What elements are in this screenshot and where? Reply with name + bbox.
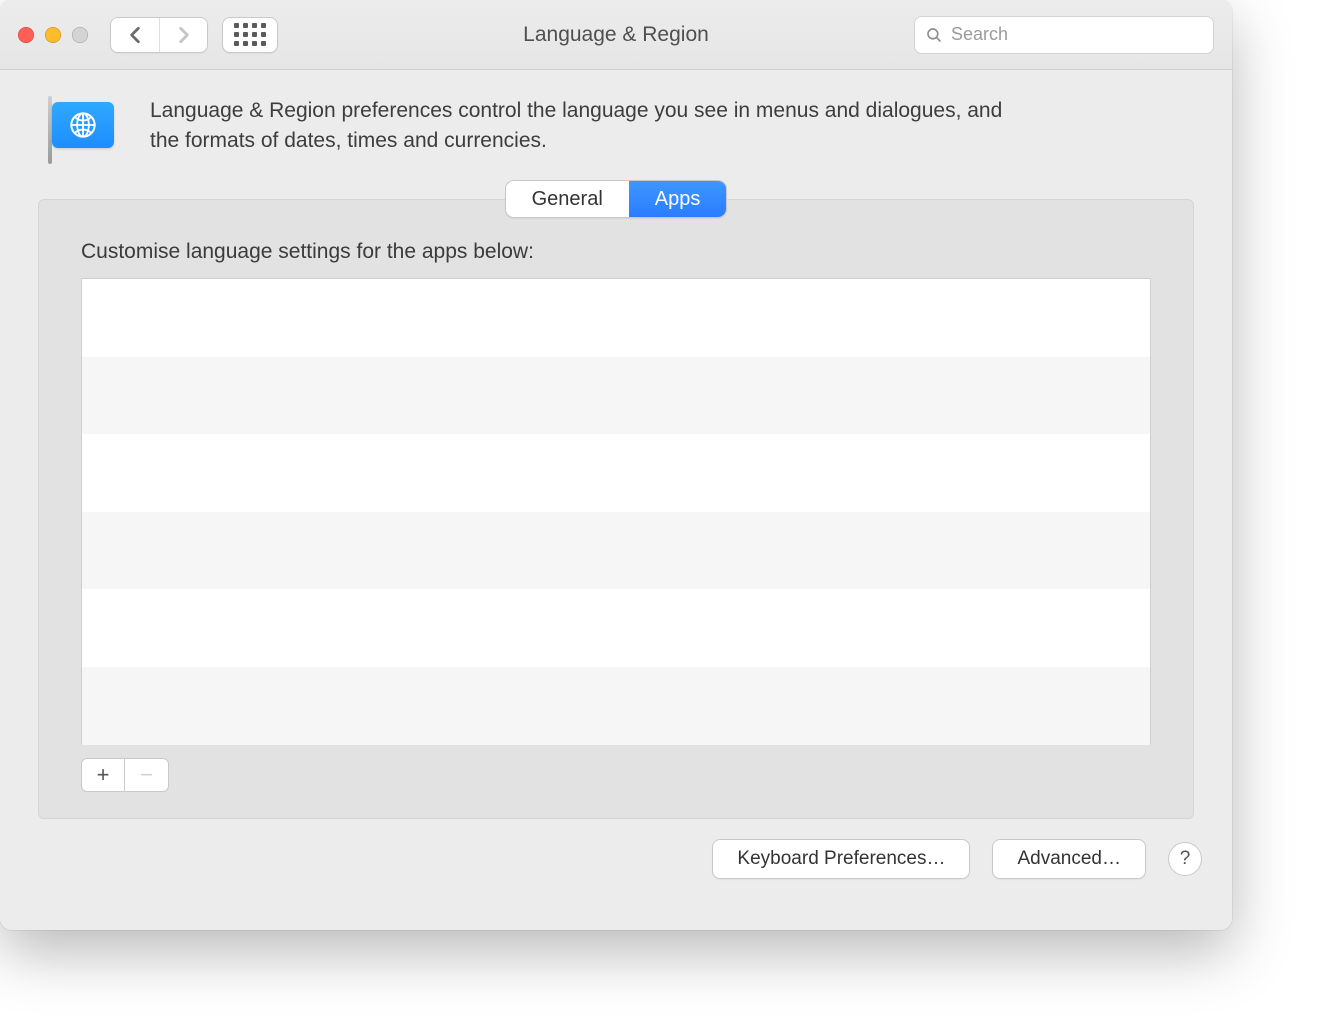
- search-icon: [925, 26, 943, 44]
- apps-list-label: Customise language settings for the apps…: [81, 240, 1151, 264]
- list-row: [82, 667, 1150, 745]
- add-button[interactable]: +: [81, 758, 125, 792]
- traffic-lights: [18, 27, 88, 43]
- nav-back-forward: [110, 17, 208, 53]
- list-row: [82, 512, 1150, 590]
- minimize-window-button[interactable]: [45, 27, 61, 43]
- list-row: [82, 279, 1150, 357]
- list-row: [82, 589, 1150, 667]
- globe-icon: [68, 110, 98, 140]
- forward-button: [159, 18, 207, 52]
- show-all-button[interactable]: [222, 17, 278, 53]
- search-field[interactable]: [914, 16, 1214, 54]
- list-row: [82, 434, 1150, 512]
- toolbar: Language & Region: [0, 0, 1232, 70]
- pane-description: Language & Region preferences control th…: [150, 96, 1030, 157]
- remove-button: −: [125, 758, 169, 792]
- plus-icon: +: [97, 762, 110, 788]
- list-row: [82, 357, 1150, 435]
- add-remove-group: + −: [81, 758, 1151, 792]
- apps-panel: Customise language settings for the apps…: [38, 199, 1194, 819]
- tab-general[interactable]: General: [506, 181, 629, 217]
- help-button[interactable]: ?: [1168, 842, 1202, 876]
- language-region-icon: [44, 96, 122, 166]
- bottom-bar: Keyboard Preferences… Advanced… ?: [0, 819, 1232, 903]
- apps-list[interactable]: [81, 278, 1151, 744]
- grid-icon: [234, 23, 266, 46]
- zoom-window-button: [72, 27, 88, 43]
- advanced-button[interactable]: Advanced…: [992, 839, 1146, 879]
- tab-apps[interactable]: Apps: [629, 181, 727, 217]
- chevron-right-icon: [177, 26, 191, 44]
- preferences-window: Language & Region Language & Region pref…: [0, 0, 1232, 930]
- close-window-button[interactable]: [18, 27, 34, 43]
- pane-header: Language & Region preferences control th…: [0, 70, 1232, 178]
- back-button[interactable]: [111, 18, 159, 52]
- chevron-left-icon: [128, 26, 142, 44]
- search-input[interactable]: [951, 24, 1203, 45]
- tab-group: General Apps: [0, 180, 1232, 218]
- keyboard-preferences-button[interactable]: Keyboard Preferences…: [712, 839, 970, 879]
- minus-icon: −: [140, 762, 153, 788]
